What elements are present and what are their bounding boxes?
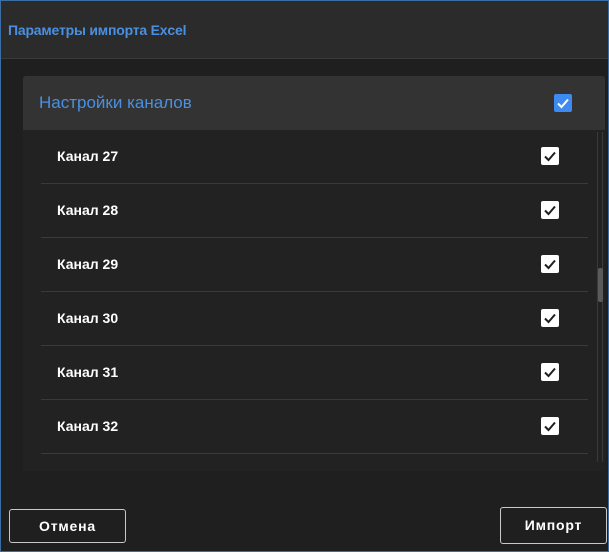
channel-label: Канал 29 [57,256,119,272]
dialog-title: Параметры импорта Excel [8,22,187,38]
channel-settings-header[interactable]: Настройки каналов [23,76,605,130]
checkmark-icon [544,421,556,432]
checkmark-icon [544,205,556,216]
cancel-button[interactable]: Отмена [9,509,126,543]
channel-row[interactable]: Канал 29 [41,238,588,292]
checkmark-icon [544,151,556,162]
channel-row[interactable]: Канал 30 [41,292,588,346]
channel-row[interactable]: Канал 27 [41,130,588,184]
channel-row[interactable]: Канал 31 [41,346,588,400]
dialog-titlebar: Параметры импорта Excel [1,1,608,59]
channel-checkbox[interactable] [541,363,559,381]
channel-list: Канал 27 Канал 28 Канал 29 Канал 30 Кана… [41,130,588,471]
checkmark-icon [544,313,556,324]
checkmark-icon [557,98,569,109]
channel-checkbox[interactable] [541,147,559,165]
channel-checkbox[interactable] [541,417,559,435]
channel-settings-panel: Настройки каналов Канал 27 Канал 28 Кана… [23,76,605,471]
channel-settings-label: Настройки каналов [39,93,192,112]
channel-checkbox[interactable] [541,201,559,219]
channel-label: Канал 28 [57,202,119,218]
select-all-checkbox[interactable] [554,94,572,112]
channel-label: Канал 27 [57,148,119,164]
checkmark-icon [544,259,556,270]
channel-row[interactable]: Канал 28 [41,184,588,238]
scrollbar-thumb[interactable] [598,268,603,302]
channel-label: Канал 32 [57,418,119,434]
channel-label: Канал 30 [57,310,119,326]
channel-checkbox[interactable] [541,255,559,273]
channel-checkbox[interactable] [541,309,559,327]
channel-row[interactable]: Канал 32 [41,400,588,454]
channel-label: Канал 31 [57,364,119,380]
import-dialog: Параметры импорта Excel Настройки канало… [0,0,609,552]
import-button[interactable]: Импорт [500,507,607,544]
checkmark-icon [544,367,556,378]
